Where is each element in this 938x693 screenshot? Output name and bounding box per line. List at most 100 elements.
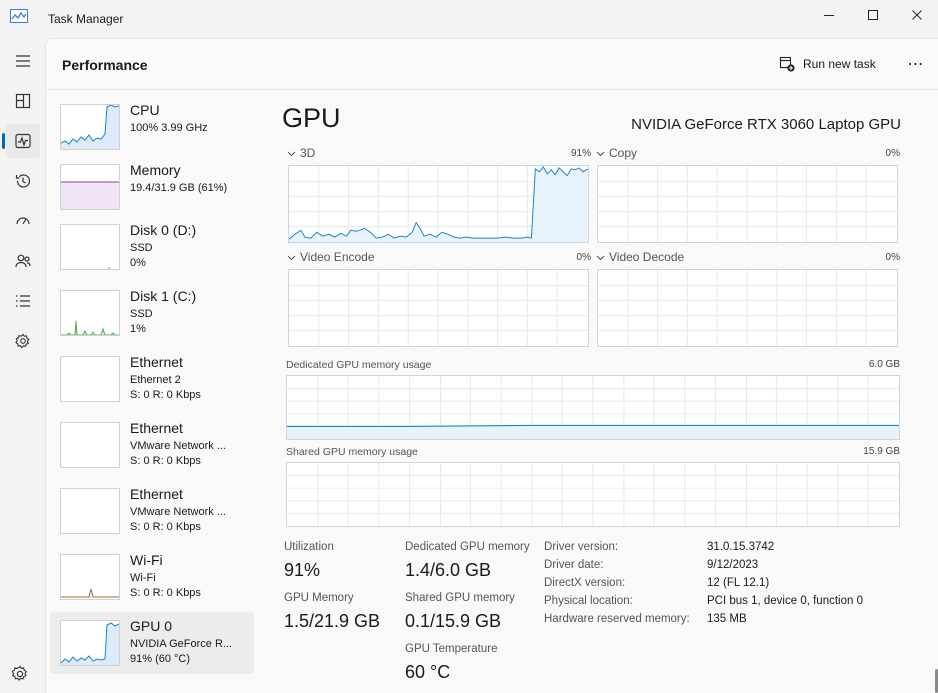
engine-copy-percent: 0% — [885, 148, 900, 159]
task-manager-app-icon — [10, 9, 28, 23]
nav-details[interactable] — [6, 284, 40, 318]
startup-apps-icon — [16, 217, 30, 225]
gpu-thumbnail-graph — [60, 620, 120, 666]
device-ethernet-vmware-1[interactable]: Ethernet VMware Network ... S: 0 R: 0 Kb… — [50, 414, 254, 476]
chevron-down-icon — [287, 151, 296, 156]
ethernet-thumbnail-graph — [60, 422, 120, 468]
processes-icon — [15, 93, 31, 109]
gpu-temperature-value: 60 °C — [405, 662, 451, 682]
engine-label: Video Decode — [609, 250, 685, 264]
device-disk-1[interactable]: Disk 1 (C:) SSD 1% — [50, 282, 254, 344]
nav-app-history[interactable] — [6, 164, 40, 198]
hamburger-icon — [16, 55, 30, 67]
dedicated-memory-graph — [286, 375, 900, 440]
hardware-reserved-memory-label: Hardware reserved memory: — [544, 613, 690, 625]
hardware-reserved-memory-value: 135 MB — [707, 613, 747, 625]
device-memory[interactable]: Memory 19.4/31.9 GB (61%) — [50, 156, 254, 218]
device-gpu-0[interactable]: GPU 0 NVIDIA GeForce R... 91% (60 °C) — [50, 612, 254, 674]
dedicated-memory-value: 1.4/6.0 GB — [405, 560, 492, 580]
chevron-down-icon — [596, 151, 605, 156]
device-detail: 100% 3.99 GHz — [130, 122, 208, 134]
device-usage: 0% — [130, 257, 146, 269]
page-title: Performance — [62, 57, 148, 73]
engine-3d-percent: 91% — [570, 148, 591, 159]
main-content: Performance Run new task ⋯ CPU 100% 3.99… — [45, 38, 938, 693]
directx-version-label: DirectX version: — [544, 577, 626, 589]
nav-processes[interactable] — [6, 84, 40, 118]
hamburger-menu-button[interactable] — [6, 44, 40, 78]
details-icon — [16, 295, 30, 307]
minimize-icon — [824, 15, 834, 16]
nav-performance[interactable] — [2, 124, 40, 158]
engine-copy-selector[interactable]: Copy — [596, 146, 637, 160]
utilization-value: 91% — [284, 560, 321, 580]
driver-version-value: 31.0.15.3742 — [707, 541, 775, 553]
ethernet-thumbnail-graph — [60, 488, 120, 534]
title-bar: Task Manager — [0, 0, 938, 38]
shared-memory-max: 15.9 GB — [863, 446, 900, 457]
cpu-thumbnail-graph — [60, 104, 120, 150]
app-history-icon — [15, 174, 31, 188]
engine-video-encode-percent: 0% — [576, 252, 591, 263]
driver-date-label: Driver date: — [544, 559, 604, 571]
nav-users[interactable] — [6, 244, 40, 278]
device-usage: 91% (60 °C) — [130, 653, 191, 665]
ethernet-thumbnail-graph — [60, 356, 120, 402]
device-ethernet-2[interactable]: Ethernet Ethernet 2 S: 0 R: 0 Kbps — [50, 348, 254, 410]
engine-video-decode-selector[interactable]: Video Decode — [596, 250, 684, 264]
device-detail: SSD — [130, 242, 153, 254]
users-icon — [15, 254, 31, 268]
chevron-down-icon — [287, 255, 296, 260]
device-cpu[interactable]: CPU 100% 3.99 GHz — [50, 96, 254, 158]
chevron-down-icon — [596, 255, 605, 260]
wifi-thumbnail-graph — [60, 554, 120, 600]
engine-3d-selector[interactable]: 3D — [287, 146, 315, 160]
device-usage: S: 0 R: 0 Kbps — [130, 521, 201, 533]
engine-label: Video Encode — [300, 250, 375, 264]
device-usage: S: 0 R: 0 Kbps — [130, 389, 201, 401]
settings-icon[interactable] — [10, 664, 30, 684]
page-header: Performance Run new task ⋯ — [46, 39, 938, 90]
device-detail: VMware Network ... — [130, 440, 226, 452]
minimize-button[interactable] — [806, 0, 852, 30]
dedicated-memory-usage-label: Dedicated GPU memory usage — [286, 359, 432, 371]
device-name: Wi-Fi — [130, 552, 163, 568]
more-options-button[interactable]: ⋯ — [904, 53, 928, 75]
device-disk-0[interactable]: Disk 0 (D:) SSD 0% — [50, 216, 254, 278]
run-new-task-icon — [779, 56, 795, 72]
engine-video-encode-selector[interactable]: Video Encode — [287, 250, 375, 264]
physical-location-label: Physical location: — [544, 595, 633, 607]
nav-services[interactable] — [6, 324, 40, 358]
device-name: CPU — [130, 102, 160, 118]
dedicated-memory-max: 6.0 GB — [868, 359, 900, 370]
engine-3d-graph — [288, 165, 589, 243]
dedicated-memory-label: Dedicated GPU memory — [405, 541, 530, 553]
device-wifi[interactable]: Wi-Fi Wi-Fi S: 0 R: 0 Kbps — [50, 546, 254, 608]
device-name: Disk 1 (C:) — [130, 288, 197, 304]
gpu-heading: GPU — [282, 103, 341, 133]
engine-video-decode-graph — [597, 269, 898, 347]
device-name: GPU 0 — [130, 618, 173, 634]
driver-date-value: 9/12/2023 — [707, 559, 759, 571]
shared-memory-usage-label: Shared GPU memory usage — [286, 446, 418, 458]
device-name: Ethernet — [130, 354, 183, 370]
engine-label: Copy — [609, 146, 638, 160]
shared-memory-value: 0.1/15.9 GB — [405, 611, 502, 631]
memory-thumbnail-graph — [60, 164, 120, 210]
close-button[interactable] — [894, 0, 938, 30]
engine-video-decode-percent: 0% — [885, 252, 900, 263]
utilization-label: Utilization — [284, 541, 334, 553]
engine-label: 3D — [300, 146, 316, 160]
gpu-memory-label: GPU Memory — [284, 592, 354, 604]
device-name: Ethernet — [130, 486, 183, 502]
run-new-task-button[interactable]: Run new task — [779, 53, 876, 75]
physical-location-value: PCI bus 1, device 0, function 0 — [707, 595, 863, 607]
maximize-icon — [868, 10, 878, 20]
nav-startup-apps[interactable] — [6, 204, 40, 238]
device-ethernet-vmware-2[interactable]: Ethernet VMware Network ... S: 0 R: 0 Kb… — [50, 480, 254, 542]
gpu-memory-value: 1.5/21.9 GB — [284, 611, 381, 631]
device-name: Disk 0 (D:) — [130, 222, 197, 238]
maximize-button[interactable] — [850, 0, 896, 30]
performance-icon — [15, 133, 31, 149]
device-detail: VMware Network ... — [130, 506, 226, 518]
